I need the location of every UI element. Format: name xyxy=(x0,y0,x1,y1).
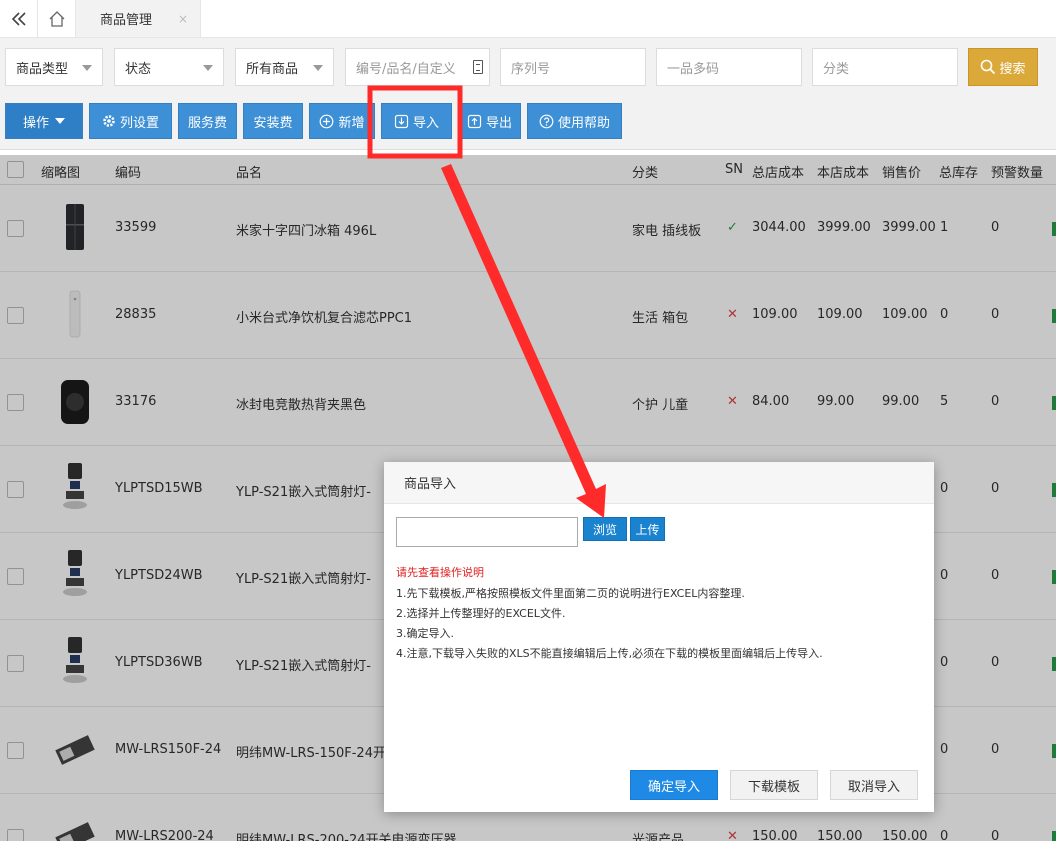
category-placeholder: 分类 xyxy=(823,61,850,77)
operate-label: 操作 xyxy=(22,115,49,131)
category-input[interactable]: 分类 xyxy=(812,48,958,86)
export-icon xyxy=(467,114,482,128)
product-type-value: 商品类型 xyxy=(16,61,69,77)
export-label: 导出 xyxy=(485,115,512,131)
add-button[interactable]: 新增 xyxy=(309,103,375,139)
search-icon xyxy=(981,59,996,75)
import-label: 导入 xyxy=(412,115,439,131)
home-icon xyxy=(49,10,64,27)
confirm-import-button[interactable]: 确定导入 xyxy=(630,770,718,800)
scope-select[interactable]: 所有商品 xyxy=(235,48,334,86)
status-select[interactable]: 状态 xyxy=(114,48,224,86)
file-path-input[interactable] xyxy=(396,517,578,547)
tab-product-management[interactable]: 商品管理 × xyxy=(76,0,202,37)
chevron-down-icon xyxy=(203,65,213,71)
plus-circle-icon xyxy=(320,114,334,128)
close-icon[interactable]: × xyxy=(178,12,188,26)
cancel-import-button[interactable]: 取消导入 xyxy=(830,770,918,800)
export-button[interactable]: 导出 xyxy=(458,103,521,139)
column-settings-label: 列设置 xyxy=(119,115,159,131)
search-button[interactable]: 搜索 xyxy=(968,48,1038,86)
service-fee-button[interactable]: 服务费 xyxy=(178,103,237,139)
instruction-step-1: 1.先下载模板,严格按照模板文件里面第二页的说明进行EXCEL内容整理. xyxy=(396,587,745,600)
serial-placeholder: 序列号 xyxy=(511,61,551,77)
instruction-step-3: 3.确定导入. xyxy=(396,627,454,640)
help-button[interactable]: 使用帮助 xyxy=(527,103,622,139)
service-fee-label: 服务费 xyxy=(187,115,227,131)
operate-dropdown-button[interactable]: 操作 xyxy=(5,103,83,139)
upload-button[interactable]: 上传 xyxy=(630,517,665,541)
filter-bar: 商品类型 状态 所有商品 编号/品名/自定义 序列号 一品多码 分类 搜索 xyxy=(0,38,1056,98)
install-fee-button[interactable]: 安装费 xyxy=(243,103,303,139)
chevron-down-icon xyxy=(82,65,92,71)
instruction-warning: 请先查看操作说明 xyxy=(396,566,484,579)
search-label: 搜索 xyxy=(999,61,1026,77)
gear-icon xyxy=(103,115,115,127)
product-type-select[interactable]: 商品类型 xyxy=(5,48,103,86)
help-circle-icon xyxy=(539,114,554,128)
barcode-input[interactable]: 一品多码 xyxy=(656,48,802,86)
install-fee-label: 安装费 xyxy=(253,115,293,131)
calendar-icon[interactable] xyxy=(473,60,483,74)
caret-down-icon xyxy=(55,118,65,124)
code-name-placeholder: 编号/品名/自定义 xyxy=(356,61,456,77)
instruction-step-4: 4.注意,下载导入失败的XLS不能直接编辑后上传,必须在下载的模板里面编辑后上传… xyxy=(396,647,823,660)
dialog-title: 商品导入 xyxy=(384,462,934,504)
column-settings-button[interactable]: 列设置 xyxy=(89,103,172,139)
import-button[interactable]: 导入 xyxy=(381,103,452,139)
code-name-input[interactable]: 编号/品名/自定义 xyxy=(345,48,490,86)
import-dialog: 商品导入 浏览 上传 请先查看操作说明 1.先下载模板,严格按照模板文件里面第二… xyxy=(384,462,934,812)
collapse-sidebar-button[interactable] xyxy=(0,0,38,37)
download-template-button[interactable]: 下载模板 xyxy=(730,770,818,800)
barcode-placeholder: 一品多码 xyxy=(667,61,720,77)
home-tab[interactable] xyxy=(38,0,76,37)
chevron-down-icon xyxy=(313,65,323,71)
scope-value: 所有商品 xyxy=(246,61,299,77)
tab-label: 商品管理 xyxy=(100,13,153,28)
status-value: 状态 xyxy=(125,61,152,77)
serial-input[interactable]: 序列号 xyxy=(500,48,646,86)
toolbar: 操作 列设置 服务费 安装费 新增 导入 导出 使用帮助 xyxy=(0,98,1056,150)
import-icon xyxy=(394,114,409,128)
tab-bar: 商品管理 × xyxy=(0,0,1056,38)
instruction-step-2: 2.选择并上传整理好的EXCEL文件. xyxy=(396,607,566,620)
browse-button[interactable]: 浏览 xyxy=(583,517,627,541)
help-label: 使用帮助 xyxy=(557,115,610,131)
add-label: 新增 xyxy=(338,115,365,131)
double-chevron-left-icon xyxy=(11,11,26,26)
